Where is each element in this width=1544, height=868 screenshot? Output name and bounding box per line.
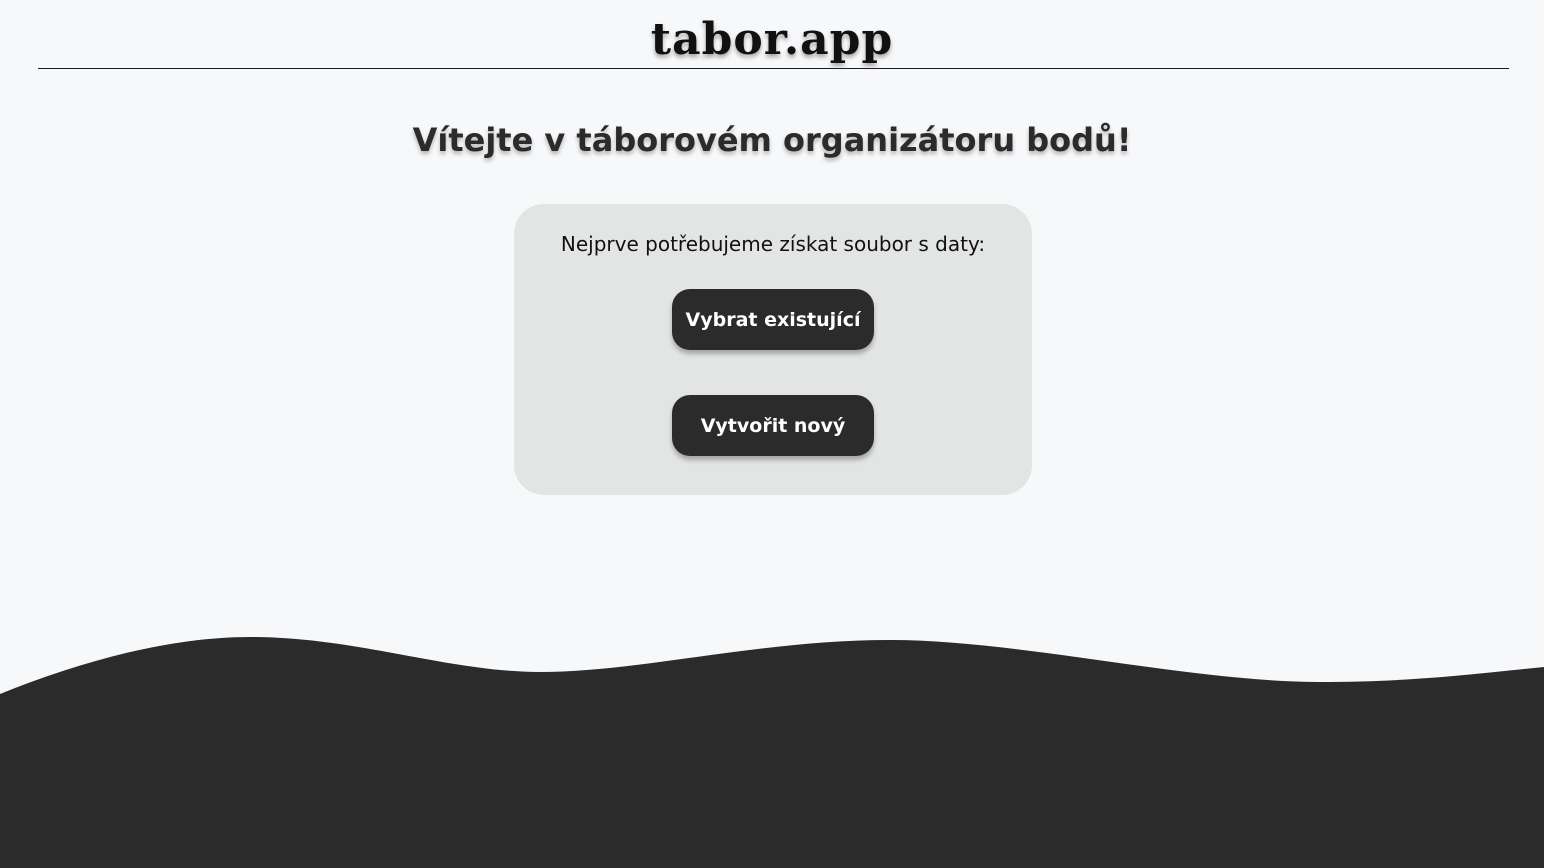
header-divider <box>38 68 1509 69</box>
footer-wave-shape <box>0 636 1544 868</box>
create-new-button[interactable]: Vytvořit nový <box>672 395 874 456</box>
card-prompt: Nejprve potřebujeme získat soubor s daty… <box>560 232 986 256</box>
header: tabor.app <box>0 0 1544 70</box>
footer-wave <box>0 636 1544 868</box>
select-existing-button[interactable]: Vybrat existující <box>672 289 874 350</box>
data-file-card: Nejprve potřebujeme získat soubor s daty… <box>514 204 1032 495</box>
page-title: Vítejte v táborovém organizátoru bodů! <box>412 121 1132 159</box>
logo: tabor.app <box>650 14 894 65</box>
